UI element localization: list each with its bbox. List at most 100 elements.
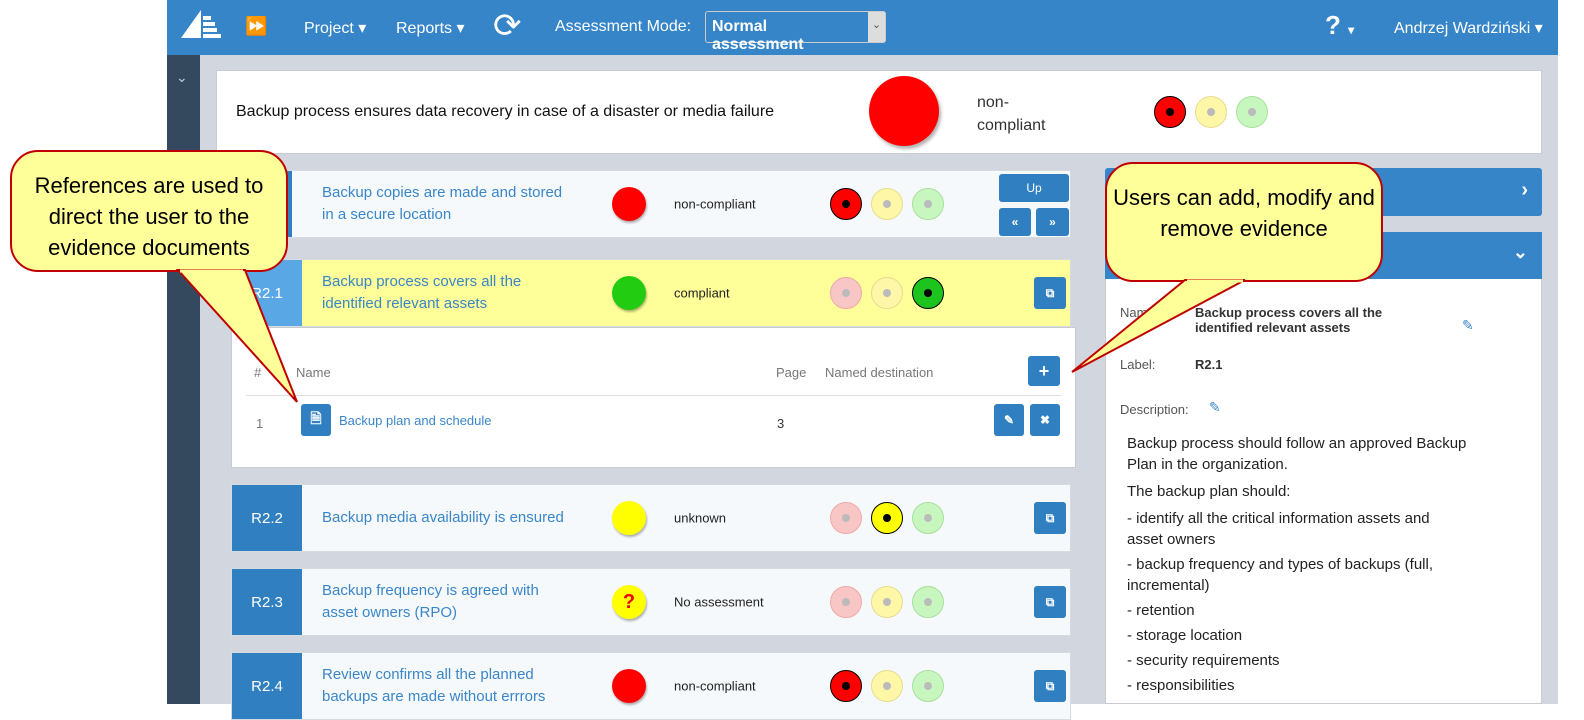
yellow-status-button[interactable] — [871, 586, 903, 618]
col-page: Page — [776, 365, 807, 380]
row-status-text: non-compliant — [674, 196, 756, 212]
edit-description-icon[interactable]: ✎ — [1209, 399, 1221, 416]
add-evidence-button[interactable]: + — [1028, 356, 1060, 386]
copy-icon[interactable]: ⧉ — [1034, 277, 1066, 309]
user-menu[interactable]: Andrzej Wardziński ▾ — [1394, 18, 1543, 38]
red-status-button[interactable] — [1154, 96, 1186, 128]
red-status-button[interactable] — [830, 188, 862, 220]
row-status-selector — [830, 502, 944, 534]
evidence-number: 1 — [256, 416, 264, 431]
evidence-link[interactable]: Backup plan and schedule — [339, 413, 492, 428]
red-status-button[interactable] — [830, 586, 862, 618]
green-status-button[interactable] — [912, 586, 944, 618]
green-status-button[interactable] — [912, 188, 944, 220]
user-name: Andrzej Wardziński — [1394, 20, 1531, 37]
row-status-selector — [830, 670, 944, 702]
row-label: R2.4 — [232, 653, 302, 719]
edit-name-icon[interactable]: ✎ — [1462, 317, 1474, 334]
row-status-indicator — [612, 501, 646, 535]
description-line: Backup process should follow an approved… — [1127, 435, 1467, 473]
row-status-text: unknown — [674, 510, 727, 526]
col-number: # — [254, 365, 262, 380]
red-status-button[interactable] — [830, 670, 862, 702]
requirement-title: Backup process ensures data recovery in … — [236, 103, 775, 120]
description-line: - backup frequency and types of backups … — [1127, 556, 1434, 594]
col-name: Name — [296, 365, 331, 380]
description-line: The backup plan should: — [1127, 483, 1291, 500]
copy-icon[interactable]: ⧉ — [1034, 670, 1066, 702]
green-status-button[interactable] — [912, 277, 944, 309]
yellow-status-button[interactable] — [871, 277, 903, 309]
evidence-panel: # Name Page Named destination + 1 🗎 Back… — [231, 327, 1076, 468]
chevron-down-icon[interactable]: ⌄ — [176, 69, 188, 86]
status-indicator — [869, 76, 939, 146]
yellow-status-button[interactable] — [871, 670, 903, 702]
right-callout: Users can add, modify and remove evidenc… — [1105, 162, 1383, 282]
details-panel: ⌄ Name: Backup process covers all the id… — [1105, 232, 1542, 704]
up-button[interactable]: Up — [999, 174, 1069, 202]
requirement-row[interactable]: R2.1 Backup process covers all the ident… — [231, 259, 1071, 327]
requirement-row[interactable]: R2.4 Review confirms all the planned bac… — [231, 652, 1071, 720]
yellow-status-button[interactable] — [1195, 96, 1227, 128]
row-title[interactable]: Backup process covers all the identified… — [322, 271, 572, 315]
description-line: - responsibilities — [1127, 677, 1235, 694]
reports-menu[interactable]: Reports ▾ — [396, 18, 465, 38]
green-status-button[interactable] — [1236, 96, 1268, 128]
document-icon[interactable]: 🗎 — [301, 404, 331, 436]
row-status-selector — [830, 277, 944, 309]
name-value: Backup process covers all the identified… — [1195, 305, 1383, 335]
description-line: - storage location — [1127, 627, 1243, 644]
project-menu[interactable]: Project ▾ — [304, 18, 366, 38]
description-label: Description: — [1120, 402, 1189, 417]
assessment-mode-label: Assessment Mode: — [555, 18, 692, 35]
status-text: non-compliant — [977, 94, 1046, 134]
status-selector — [1154, 96, 1268, 128]
next-button[interactable]: » — [1036, 208, 1069, 236]
requirement-header: Backup process ensures data recovery in … — [216, 70, 1542, 154]
row-status-indicator — [612, 669, 646, 703]
assessment-mode-value: Normal assessment — [712, 18, 804, 53]
left-callout: References are used to direct the user t… — [10, 150, 288, 272]
row-title[interactable]: Review confirms all the planned backups … — [322, 664, 572, 708]
requirement-row[interactable]: R2 Backup copies are made and stored in … — [231, 170, 1071, 238]
label-value: R2.1 — [1195, 357, 1223, 372]
refresh-icon[interactable]: ⟳ — [493, 6, 522, 46]
description-text: Backup process should follow an approved… — [1127, 433, 1467, 700]
red-status-button[interactable] — [830, 502, 862, 534]
divider — [246, 395, 1061, 396]
yellow-status-button[interactable] — [871, 188, 903, 220]
app-logo-icon[interactable] — [181, 10, 221, 40]
edit-evidence-button[interactable]: ✎ — [994, 404, 1024, 436]
yellow-status-button[interactable] — [871, 502, 903, 534]
col-destination: Named destination — [825, 365, 934, 380]
red-status-button[interactable] — [830, 277, 862, 309]
row-title[interactable]: Backup copies are made and stored in a s… — [322, 182, 572, 226]
row-status-selector — [830, 188, 944, 220]
row-title[interactable]: Backup media availability is ensured — [322, 507, 572, 529]
row-status-indicator: ? — [612, 585, 646, 619]
green-status-button[interactable] — [912, 502, 944, 534]
row-status-selector — [830, 586, 944, 618]
help-icon[interactable]: ? ▾ — [1325, 10, 1354, 41]
fast-forward-icon[interactable]: ⏩ — [245, 16, 267, 37]
green-status-button[interactable] — [912, 670, 944, 702]
row-title[interactable]: Backup frequency is agreed with asset ow… — [322, 580, 572, 624]
copy-icon[interactable]: ⧉ — [1034, 586, 1066, 618]
requirement-row[interactable]: R2.2 Backup media availability is ensure… — [231, 484, 1071, 552]
question-icon: ? — [622, 590, 636, 613]
previous-button[interactable]: « — [999, 208, 1031, 236]
reports-label: Reports — [396, 20, 453, 37]
chevron-down-icon[interactable]: ⌄ — [1513, 242, 1528, 263]
chevron-right-icon[interactable]: › — [1521, 179, 1528, 202]
row-label: R2.2 — [232, 485, 302, 551]
description-line: - identify all the critical information … — [1127, 510, 1430, 548]
label-label: Label: — [1120, 357, 1156, 372]
requirement-row[interactable]: R2.3 Backup frequency is agreed with ass… — [231, 568, 1071, 636]
row-status-indicator — [612, 276, 646, 310]
assessment-mode-select[interactable]: Normal assessment ⌄ — [705, 11, 886, 53]
row-status-indicator — [612, 187, 646, 221]
name-label: Name: — [1120, 305, 1159, 320]
copy-icon[interactable]: ⧉ — [1034, 502, 1066, 534]
remove-evidence-button[interactable]: ✖ — [1030, 404, 1060, 436]
chevron-down-icon: ⌄ — [868, 12, 885, 42]
